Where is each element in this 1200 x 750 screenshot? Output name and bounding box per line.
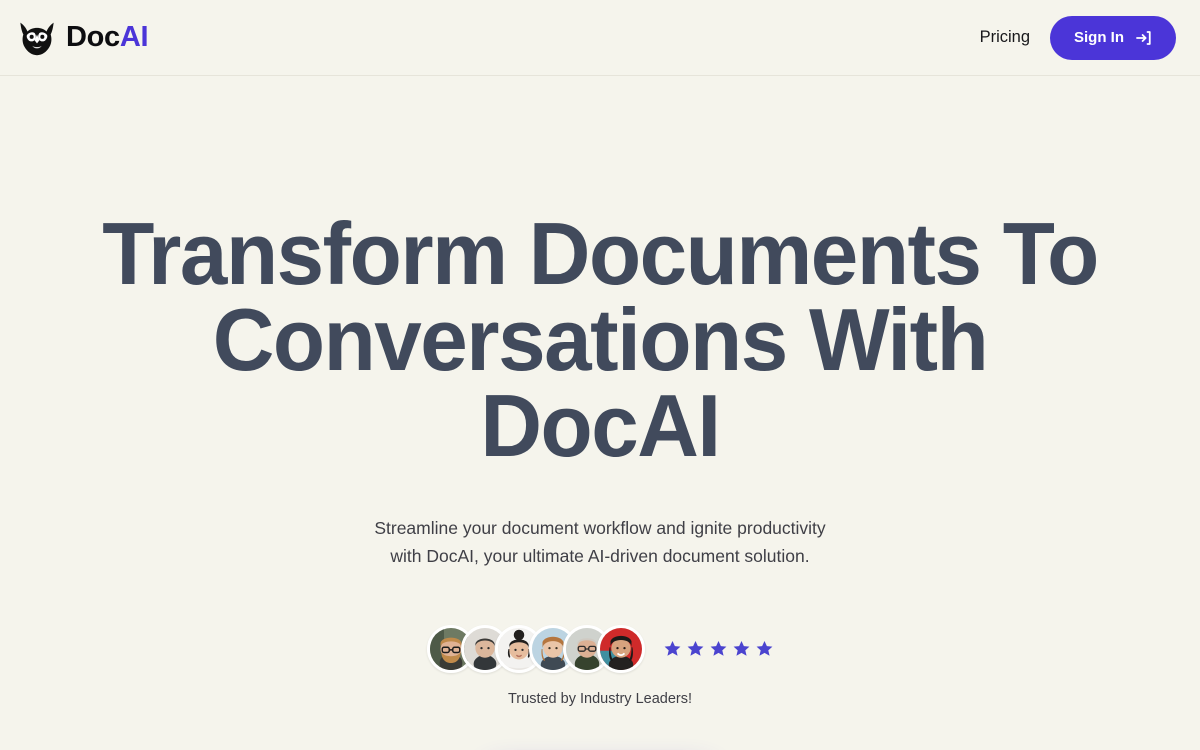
star-icon <box>709 639 728 658</box>
hero-section: Transform Documents To Conversations Wit… <box>0 76 1200 750</box>
site-header: DocAI Pricing Sign In <box>0 0 1200 76</box>
star-icon <box>732 639 751 658</box>
sign-in-label: Sign In <box>1074 29 1124 46</box>
avatar-group <box>426 624 645 673</box>
page-title-line-1: Transform Documents To <box>102 204 1099 303</box>
page-subtitle-line-2: with DocAI, your ultimate AI-driven docu… <box>390 546 810 567</box>
star-icon <box>755 639 774 658</box>
social-proof-row <box>426 624 774 673</box>
brand-name-accent: AI <box>119 21 149 53</box>
sign-in-button[interactable]: Sign In <box>1050 15 1176 60</box>
brand-logo-link[interactable]: DocAI <box>18 19 149 57</box>
brand-name: DocAI <box>66 21 149 53</box>
rating-stars <box>663 639 774 658</box>
social-proof: Trusted by Industry Leaders! <box>426 624 774 707</box>
page-title: Transform Documents To Conversations Wit… <box>100 210 1099 471</box>
login-arrow-icon <box>1134 29 1152 47</box>
header-nav: Pricing Sign In <box>976 15 1176 60</box>
social-proof-caption: Trusted by Industry Leaders! <box>507 690 693 707</box>
owl-icon <box>18 19 56 57</box>
nav-link-pricing[interactable]: Pricing <box>976 22 1034 53</box>
avatar <box>596 624 645 673</box>
star-icon <box>686 639 705 658</box>
page-title-line-2: Conversations With DocAI <box>212 290 989 476</box>
page-subtitle-line-1: Streamline your document workflow and ig… <box>374 517 826 538</box>
brand-name-primary: Doc <box>66 21 120 53</box>
page-subtitle: Streamline your document workflow and ig… <box>374 514 825 571</box>
star-icon <box>663 639 682 658</box>
